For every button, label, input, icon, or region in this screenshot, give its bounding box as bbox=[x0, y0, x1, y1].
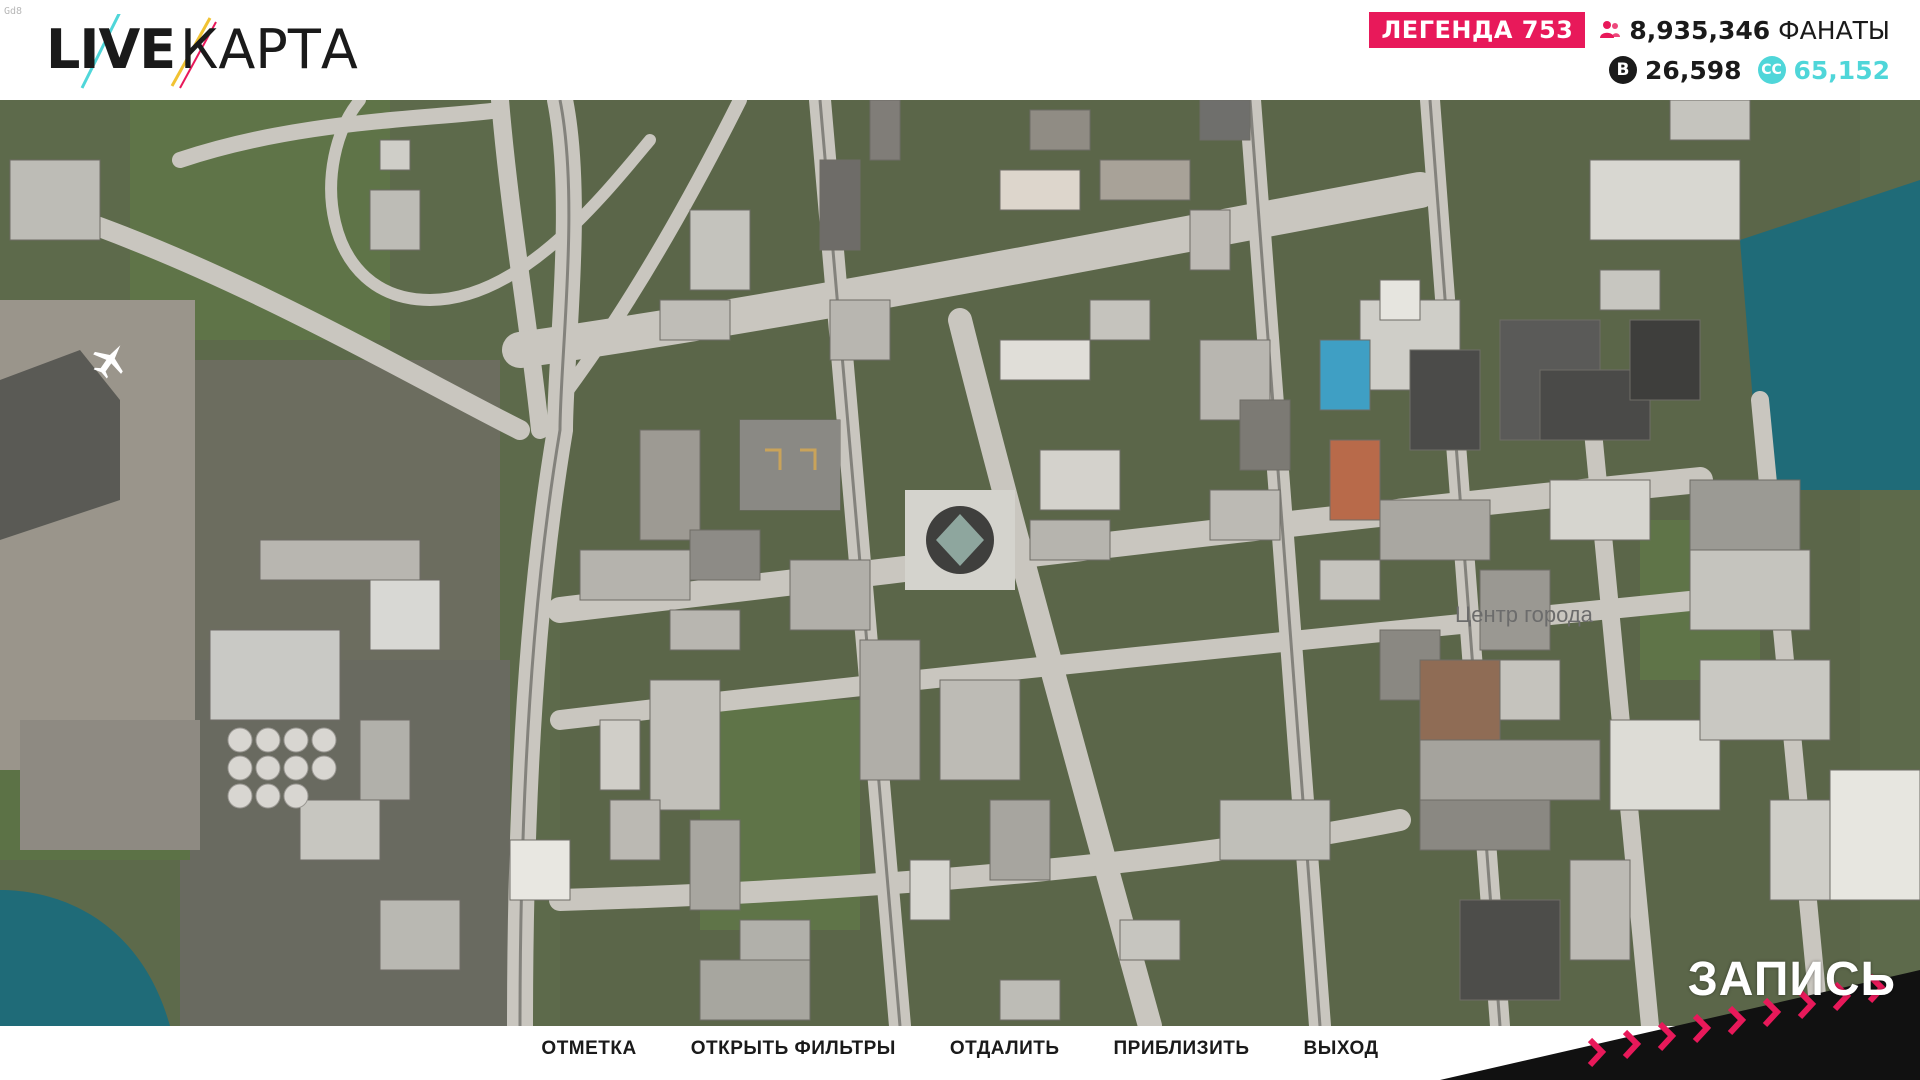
logo-map-text: КАРТА bbox=[180, 18, 358, 81]
city-map[interactable]: Центр города bbox=[0, 100, 1920, 1026]
stats-top-row: ЛЕГЕНДА 753 8,935,346 ФАНАТЫ bbox=[1369, 12, 1890, 48]
coin-dark-icon: B bbox=[1609, 56, 1638, 84]
map-terrain[interactable] bbox=[0, 100, 1920, 1026]
currency-row: B 26,598 CC 65,152 bbox=[1609, 52, 1890, 88]
coin-cyan-value: 65,152 bbox=[1793, 55, 1890, 85]
fans-icon bbox=[1600, 21, 1621, 38]
coin-dark-value: 26,598 bbox=[1645, 55, 1742, 85]
district-label: Центр города bbox=[1455, 602, 1593, 627]
legend-badge: ЛЕГЕНДА 753 bbox=[1369, 12, 1586, 48]
fps-counter: Gd8 bbox=[4, 6, 23, 17]
mark-button[interactable]: ОТМЕТКА bbox=[541, 1038, 636, 1060]
coin-cyan-counter: CC 65,152 bbox=[1757, 55, 1890, 85]
record-label: ЗАПИСЬ bbox=[1687, 953, 1896, 1006]
zoom-out-button[interactable]: ОТДАЛИТЬ bbox=[950, 1038, 1060, 1060]
logo-live-text: LIVE bbox=[46, 18, 176, 81]
fans-count: 8,935,346 bbox=[1629, 15, 1771, 45]
exit-button[interactable]: ВЫХОД bbox=[1304, 1038, 1379, 1060]
fans-label: ФАНАТЫ bbox=[1778, 15, 1890, 45]
coin-cyan-icon: CC bbox=[1757, 56, 1786, 84]
live-map-logo: LIVE КАРТА bbox=[40, 14, 380, 89]
zoom-in-button[interactable]: ПРИБЛИЗИТЬ bbox=[1114, 1038, 1250, 1060]
airplane-icon[interactable] bbox=[90, 340, 130, 380]
open-filters-button[interactable]: ОТКРЫТЬ ФИЛЬТРЫ bbox=[691, 1038, 896, 1060]
coin-dark-counter: B 26,598 bbox=[1609, 55, 1742, 85]
top-bar: Gd8 LIVE КАРТА ЛЕГЕНДА 753 8,935,346 ФАН… bbox=[0, 0, 1920, 100]
fans-counter: 8,935,346 ФАНАТЫ bbox=[1599, 16, 1890, 45]
